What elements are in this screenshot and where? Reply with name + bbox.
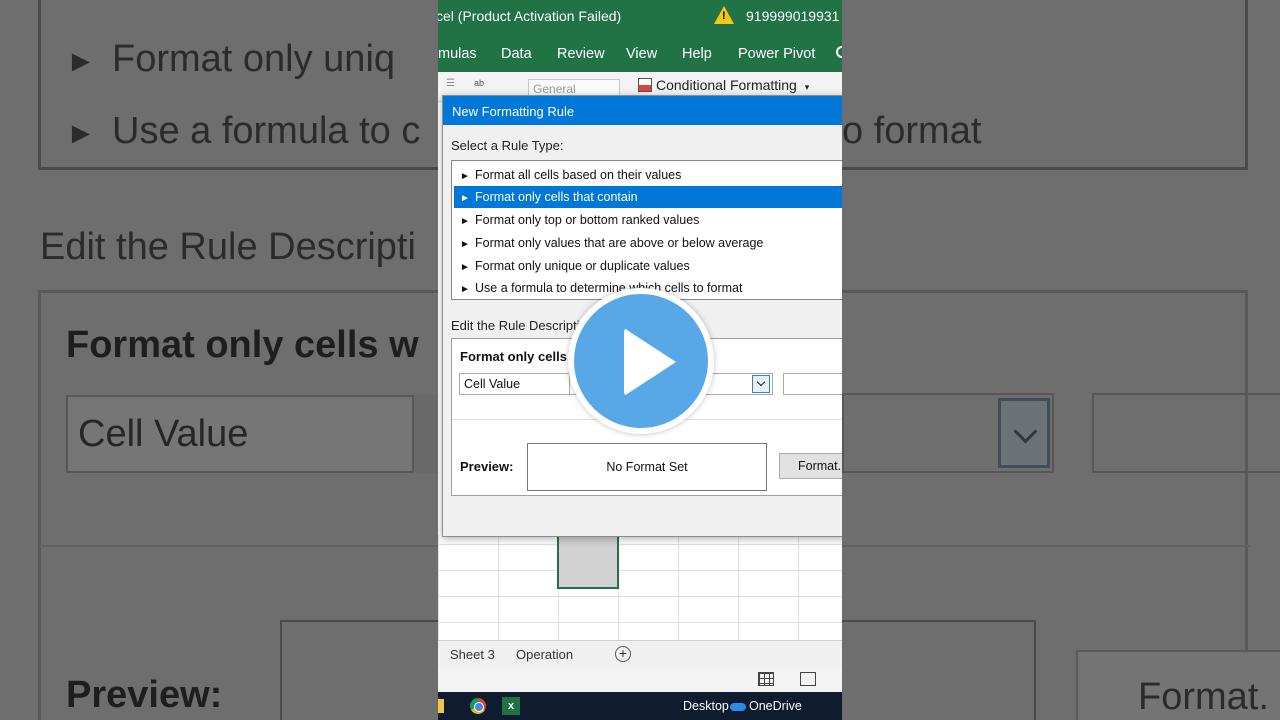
bg-arrow-icon: ► <box>66 117 96 150</box>
search-icon[interactable] <box>836 46 842 58</box>
rule-item-above-below-average[interactable]: ► Format only values that are above or be… <box>454 232 842 254</box>
tab-power-pivot[interactable]: Power Pivot <box>738 46 815 62</box>
cell-value-select[interactable]: Cell Value <box>459 373 571 395</box>
tab-review[interactable]: Review <box>557 46 605 62</box>
file-explorer-icon[interactable] <box>438 699 444 713</box>
rule-type-list[interactable]: ► Format all cells based on their values … <box>451 160 842 300</box>
rule-item-unique-duplicate[interactable]: ► Format only unique or duplicate values <box>454 255 842 277</box>
arrow-icon: ► <box>460 239 470 250</box>
play-button[interactable] <box>568 288 714 434</box>
bg-chevron-down-icon <box>998 398 1050 468</box>
chevron-down-icon[interactable] <box>752 375 770 393</box>
taskbar: x Desktop OneDrive <box>438 692 842 720</box>
play-icon <box>624 328 676 396</box>
value-input[interactable] <box>783 373 842 395</box>
tab-help[interactable]: Help <box>682 46 712 62</box>
window-title: cel (Product Activation Failed) <box>438 8 622 24</box>
normal-view-icon[interactable] <box>758 672 774 686</box>
bg-arrow-icon: ► <box>66 45 96 78</box>
format-button[interactable]: Format... <box>779 453 842 479</box>
title-bar: cel (Product Activation Failed) 91999901… <box>438 0 842 36</box>
ab-icon[interactable]: ab <box>474 78 484 88</box>
description-header: Format only cells <box>460 349 567 364</box>
sheet-tab-operation[interactable]: Operation <box>516 647 573 662</box>
conditional-formatting-icon <box>638 78 652 92</box>
preview-label: Preview: <box>460 459 514 474</box>
taskbar-onedrive[interactable]: OneDrive <box>749 699 802 713</box>
excel-icon[interactable]: x <box>502 697 520 715</box>
status-bar <box>438 668 842 692</box>
edit-rule-description-label: Edit the Rule Descripti <box>451 318 580 333</box>
worksheet-grid[interactable] <box>438 535 842 640</box>
bg-edit-label: Edit the Rule Descripti <box>40 226 416 268</box>
dialog-title: New Formatting Rule <box>443 96 842 125</box>
onedrive-cloud-icon[interactable] <box>730 703 746 711</box>
preview-box: No Format Set <box>527 443 767 491</box>
chrome-icon[interactable] <box>470 698 486 714</box>
rule-item-top-bottom[interactable]: ► Format only top or bottom ranked values <box>454 209 842 231</box>
arrow-icon: ► <box>460 262 470 273</box>
chevron-down-icon: ▾ <box>804 82 810 92</box>
sheet-tab-sheet3[interactable]: Sheet 3 <box>450 647 495 662</box>
arrow-icon: ► <box>460 216 470 227</box>
sheet-tab-bar: Sheet 3 Operation + <box>438 640 842 668</box>
ribbon-tabs: mulas Data Review View Help Power Pivot <box>438 36 842 72</box>
arrow-icon: ► <box>460 193 470 204</box>
rule-item-all-cells[interactable]: ► Format all cells based on their values <box>454 164 842 186</box>
select-rule-type-label: Select a Rule Type: <box>451 138 564 153</box>
page-layout-icon[interactable] <box>800 672 816 686</box>
bg-format-button: Format. <box>1076 650 1280 720</box>
tab-data[interactable]: Data <box>501 46 532 62</box>
account-phone: 919999019931 <box>746 8 840 24</box>
taskbar-desktop[interactable]: Desktop <box>683 699 729 713</box>
arrow-icon: ► <box>460 284 470 295</box>
arrow-icon: ► <box>460 171 470 182</box>
wrap-text-icon[interactable]: ☰ <box>446 78 462 92</box>
bg-desc-header: Format only cells w <box>66 324 419 366</box>
add-sheet-icon[interactable]: + <box>615 646 631 662</box>
rule-item-cells-that-contain[interactable]: ► Format only cells that contain <box>454 186 842 208</box>
warning-icon <box>714 6 734 24</box>
tab-view[interactable]: View <box>626 46 657 62</box>
bg-value-input <box>1092 393 1280 473</box>
bg-rule-line-formula-tail: o format <box>842 110 982 152</box>
selected-cell[interactable] <box>557 535 619 589</box>
bg-rule-line-formula: ► Use a formula to c <box>66 110 421 152</box>
bg-cell-value-select: Cell Value <box>66 395 448 473</box>
tab-formulas[interactable]: mulas <box>438 46 477 62</box>
bg-rule-line-unique: ► Format only uniq <box>66 38 396 80</box>
bg-preview-label: Preview: <box>66 674 223 716</box>
